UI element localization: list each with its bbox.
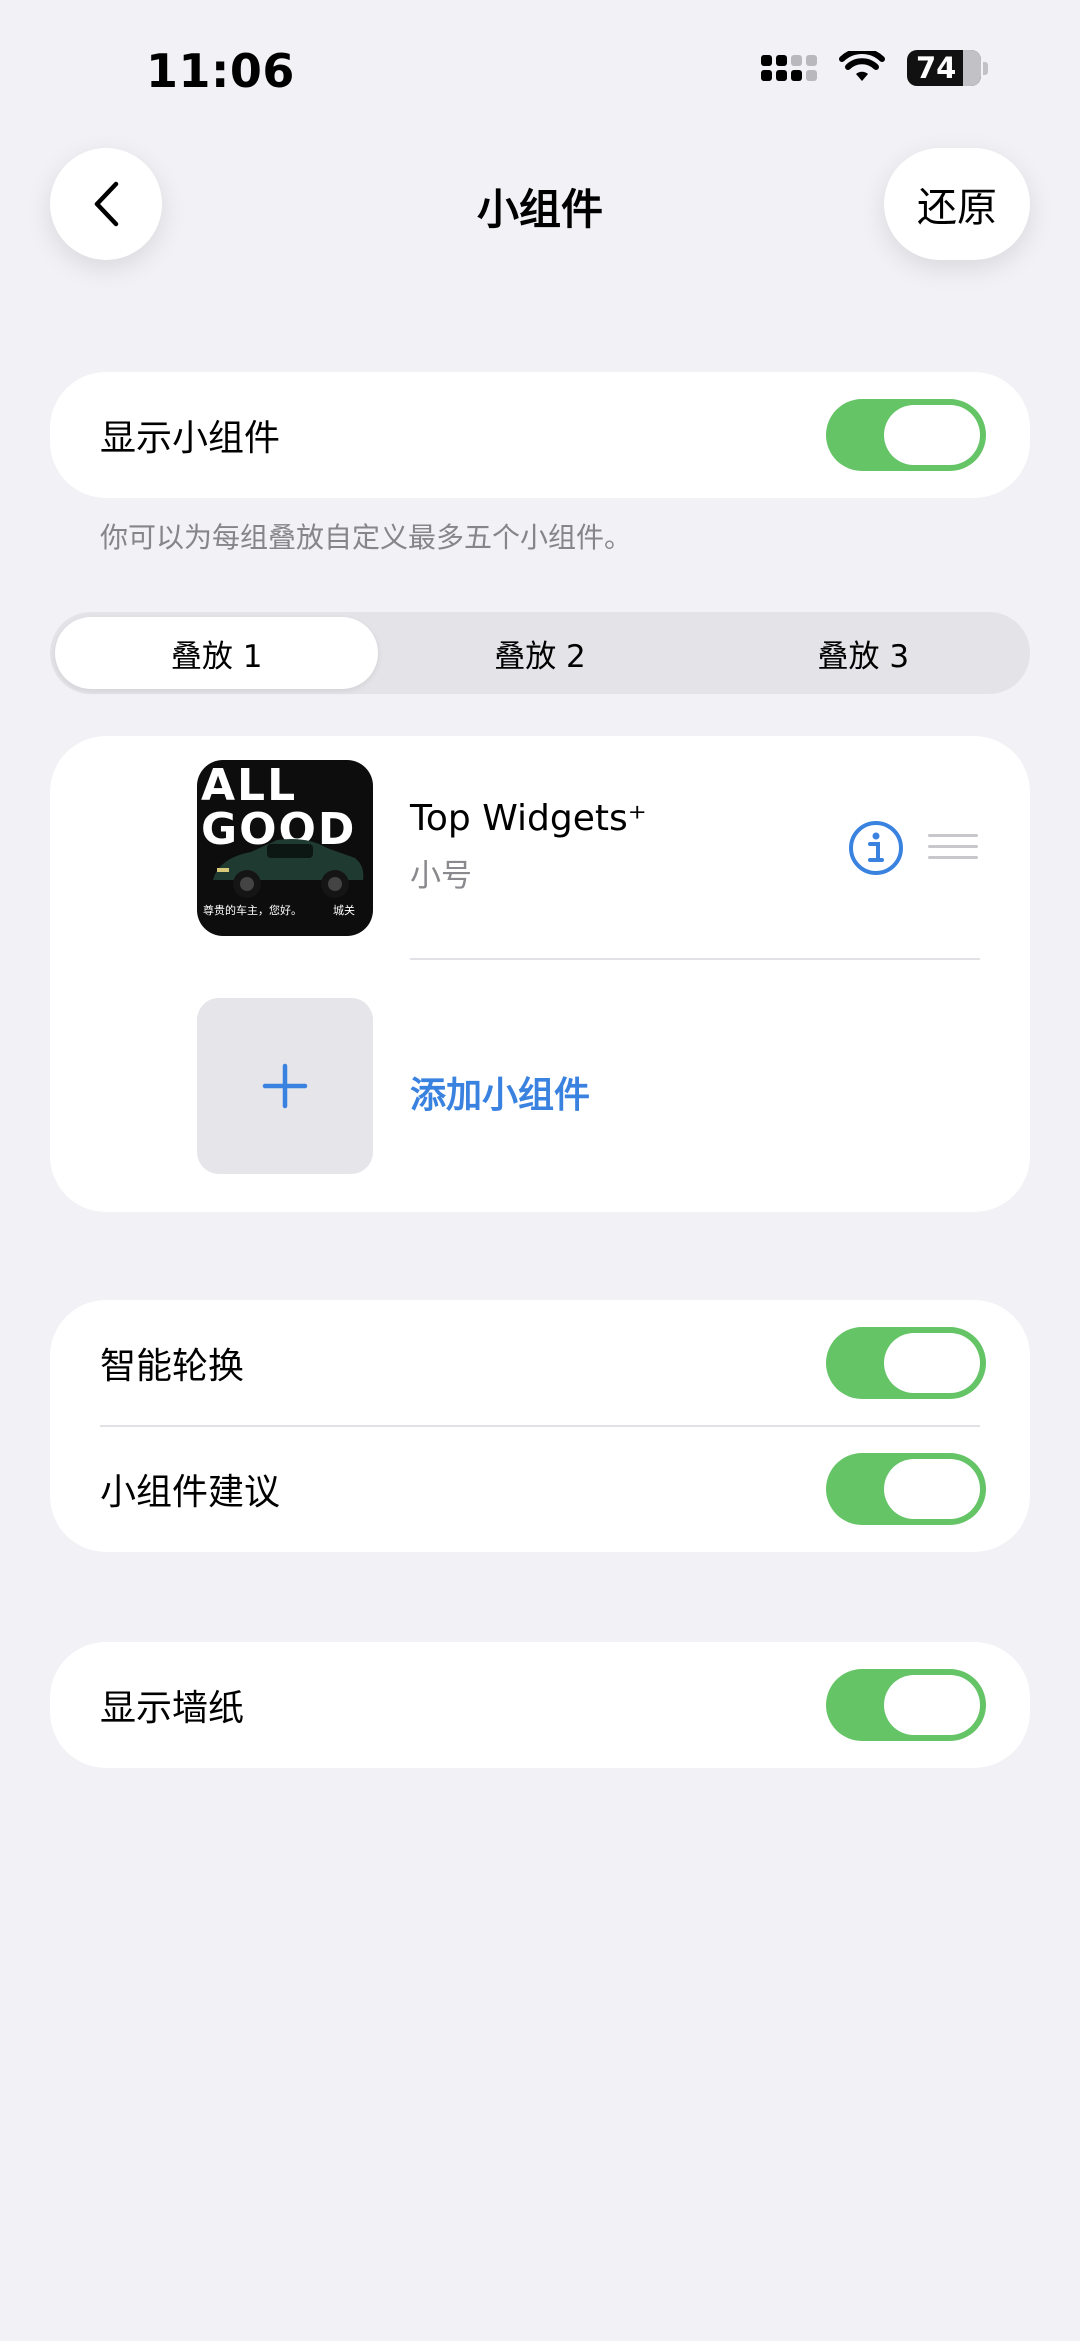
tab-stack-3[interactable]: 叠放 3 (702, 617, 1025, 689)
widget-suggestions-toggle[interactable] (826, 1453, 986, 1525)
show-widgets-row: 显示小组件 (50, 372, 1030, 498)
stack-options-card: 智能轮换 小组件建议 (50, 1300, 1030, 1552)
show-wallpaper-toggle[interactable] (826, 1669, 986, 1741)
smart-rotate-toggle[interactable] (826, 1327, 986, 1399)
show-wallpaper-row: 显示墙纸 (50, 1642, 1030, 1768)
show-wallpaper-label: 显示墙纸 (100, 1688, 245, 1729)
status-icons: 74 (761, 50, 988, 86)
smart-rotate-label: 智能轮换 (100, 1346, 245, 1387)
battery-icon: 74 (907, 50, 988, 86)
wifi-icon (839, 51, 885, 81)
stack-segmented-control: 叠放 1 叠放 2 叠放 3 (50, 612, 1030, 694)
show-widgets-card: 显示小组件 (50, 372, 1030, 498)
tab-stack-2[interactable]: 叠放 2 (378, 617, 701, 689)
thumbnail-caption: 尊贵的车主，您好。 (203, 904, 302, 917)
widget-suggestions-row: 小组件建议 (50, 1426, 1030, 1552)
plus-icon (262, 1063, 308, 1109)
status-time: 11:06 (146, 44, 295, 98)
show-widgets-label: 显示小组件 (100, 418, 281, 459)
tab-stack-1[interactable]: 叠放 1 (55, 617, 379, 689)
show-widgets-toggle[interactable] (826, 399, 986, 471)
car-image (213, 839, 364, 898)
widget-thumbnail: ALL GOOD 尊贵的车主，您好。 城关 (197, 760, 373, 936)
info-icon[interactable] (848, 820, 904, 876)
cellular-signal-icon (761, 55, 817, 81)
add-widget-tile[interactable] (197, 998, 373, 1174)
stack-footnote: 你可以为每组叠放自定义最多五个小组件。 (100, 521, 633, 554)
add-widget-button[interactable]: 添加小组件 (410, 1066, 590, 1118)
wallpaper-card: 显示墙纸 (50, 1642, 1030, 1768)
list-divider (410, 958, 980, 960)
widget-suggestions-label: 小组件建议 (100, 1472, 281, 1513)
battery-level: 74 (916, 51, 957, 85)
widget-size: 小号 (410, 858, 472, 894)
widget-stack-card: ALL GOOD 尊贵的车主，您好。 城关 Top Widgets⁺ 小号 添加… (50, 736, 1030, 1212)
thumbnail-caption-location: 城关 (333, 904, 355, 917)
smart-rotate-row: 智能轮换 (50, 1300, 1030, 1426)
widget-title: Top Widgets⁺ (410, 798, 647, 839)
drag-handle-icon[interactable] (928, 832, 978, 862)
widgets-settings-screen: 11:06 74 小组件 还原 显示小组件 你可以为每组叠放自定义最多五个小组件… (0, 0, 1080, 2341)
restore-button[interactable]: 还原 (884, 148, 1030, 260)
